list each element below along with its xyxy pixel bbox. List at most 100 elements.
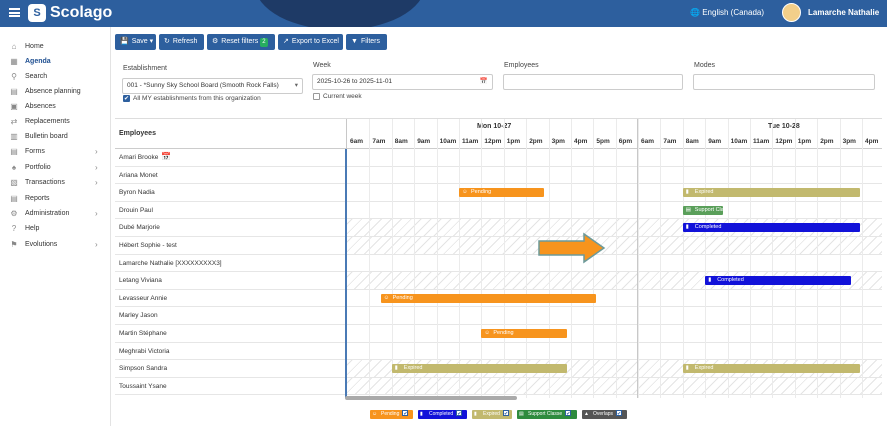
legend-overlaps[interactable]: ▲ Overlaps	[582, 410, 627, 419]
current-week-label: Current week	[323, 93, 362, 100]
sidebar-item-bulletin-board[interactable]: ▥ Bulletin board	[0, 130, 111, 144]
employee-name[interactable]: Levasseur Annie	[119, 295, 167, 302]
legend-checkbox[interactable]	[502, 410, 509, 419]
week-label: Week	[313, 62, 331, 69]
event-label: Pending	[471, 189, 492, 196]
legend-checkbox[interactable]	[565, 410, 572, 419]
header-decoration	[255, 0, 425, 27]
employee-name[interactable]: Dubé Marjorie	[119, 224, 160, 231]
sidebar-item-portfolio[interactable]: ♠ Portfolio ›	[0, 161, 111, 175]
employee-name[interactable]: Toussaint Ysane	[119, 383, 167, 390]
event-bar-pending[interactable]: ☺ Pending	[481, 329, 567, 338]
forms-icon: ▤	[10, 147, 18, 156]
reset-filters-icon: ⚙	[212, 38, 219, 45]
legend-support-classe[interactable]: ▤ Support Classe	[517, 410, 577, 419]
current-week-checkbox[interactable]	[313, 93, 320, 100]
event-bar-completed[interactable]: ▮ Completed	[682, 223, 860, 233]
legend-pending[interactable]: ☺ Pending	[370, 410, 413, 419]
all-establishments-checkbox[interactable]	[123, 95, 130, 102]
sidebar-item-transactions[interactable]: ▧ Transactions ›	[0, 176, 111, 190]
week-input[interactable]: 2025-10-26 to 2025-11-01 📅	[312, 74, 493, 90]
reset-filters-button[interactable]: ⚙ Reset filters 2	[207, 34, 275, 50]
sidebar-item-help[interactable]: ? Help	[0, 222, 111, 236]
table-row[interactable]: Hébert Sophie - test	[115, 237, 882, 255]
legend-checkbox[interactable]	[456, 410, 463, 419]
event-bar-support-classe[interactable]: ▤Support Classe	[682, 205, 724, 215]
employee-name[interactable]: Martin Stéphane	[119, 330, 167, 337]
sidebar-item-absences[interactable]: ▣ Absences	[0, 100, 111, 114]
legend-checkbox[interactable]	[616, 410, 623, 419]
modes-input[interactable]	[693, 74, 875, 90]
employee-name[interactable]: Simpson Sandra	[119, 365, 167, 372]
table-row[interactable]: Drouin Paul	[115, 201, 882, 220]
employee-name[interactable]: Meghrabi Victoria	[119, 348, 169, 355]
establishment-select[interactable]: 001 - *Sunny Sky School Board (Smooth Ro…	[122, 78, 303, 94]
sidebar-item-label: Help	[25, 225, 40, 232]
horizontal-scrollbar[interactable]	[345, 396, 517, 400]
user-name[interactable]: Lamarche Nathalie	[808, 8, 879, 17]
sidebar-item-absence-planning[interactable]: ▤ Absence planning	[0, 85, 111, 99]
legend-label: Completed	[429, 411, 454, 417]
legend-expired[interactable]: ▮ Expired	[472, 410, 512, 419]
hour-gridline	[660, 119, 662, 398]
hour-label: 12pm	[484, 138, 502, 145]
event-bar-completed[interactable]: ▮ Completed	[705, 276, 851, 286]
event-bar-pending[interactable]: ☺ Pending	[459, 188, 545, 198]
hour-label: 7am	[372, 138, 386, 145]
all-establishments-label: All MY establishments from this organiza…	[133, 95, 261, 102]
table-row[interactable]: Lamarche Nathalie [XXXXXXXXX3]	[115, 254, 882, 273]
app-logo[interactable]: Scolago	[50, 4, 112, 22]
hour-label: 9am	[708, 138, 722, 145]
table-row[interactable]: Toussaint Ysane	[115, 377, 882, 396]
reports-icon: ▤	[10, 194, 18, 203]
table-row[interactable]: Marley Jason	[115, 307, 882, 325]
employees-column-header: Employees	[119, 130, 156, 137]
avatar[interactable]	[782, 3, 801, 22]
sidebar-item-reports[interactable]: ▤ Reports	[0, 192, 111, 206]
sidebar-item-home[interactable]: ⌂ Home	[0, 40, 111, 54]
legend-checkbox[interactable]	[402, 410, 409, 419]
chat-icon: ▮	[685, 224, 689, 231]
employee-name[interactable]: Amari Brooke	[119, 154, 158, 161]
chevron-down-icon: ▾	[294, 82, 298, 89]
calendar-icon[interactable]: 📅	[480, 75, 488, 89]
chevron-right-icon: ›	[95, 178, 98, 187]
table-row[interactable]: Ariana Monet	[115, 166, 882, 185]
reset-count-badge: 2	[260, 38, 268, 47]
legend-icon: ☺	[372, 411, 378, 417]
filters-button[interactable]: ▼ Filters	[346, 34, 387, 50]
event-bar-pending[interactable]: ☺ Pending	[380, 293, 596, 303]
legend-completed[interactable]: ▮ Completed	[418, 410, 467, 419]
employee-name[interactable]: Letang Viviana	[119, 277, 162, 284]
sidebar-item-forms[interactable]: ▤ Forms ›	[0, 145, 111, 159]
save-button[interactable]: 💾 Save ▾	[115, 34, 156, 50]
language-selector[interactable]: 🌐 English (Canada)	[690, 8, 764, 17]
replacements-icon: ⇄	[10, 117, 18, 126]
refresh-button[interactable]: ↻ Refresh	[159, 34, 204, 50]
employee-name[interactable]: Hébert Sophie - test	[119, 242, 177, 249]
employees-input[interactable]	[503, 74, 683, 90]
sidebar-item-administration[interactable]: ⚙ Administration ›	[0, 207, 111, 221]
table-row[interactable]: Meghrabi Victoria	[115, 342, 882, 361]
hamburger-menu-icon[interactable]	[9, 8, 20, 17]
sidebar-item-replacements[interactable]: ⇄ Replacements	[0, 115, 111, 129]
export-button[interactable]: ↗ Export to Excel	[278, 34, 343, 50]
sidebar-item-search[interactable]: ⚲ Search	[0, 70, 111, 84]
employee-name[interactable]: Marley Jason	[119, 312, 158, 319]
employee-name[interactable]: Byron Nadia	[119, 189, 155, 196]
employee-name[interactable]: Drouin Paul	[119, 207, 153, 214]
sidebar-item-label: Agenda	[25, 58, 51, 65]
owl-logo-icon[interactable]: S	[28, 4, 46, 22]
event-label: Expired	[694, 365, 714, 372]
sidebar-item-evolutions[interactable]: ⚑ Evolutions ›	[0, 238, 111, 252]
hour-label: 3pm	[551, 138, 565, 145]
table-row[interactable]: Amari Brooke 📅	[115, 149, 882, 167]
employee-name[interactable]: Lamarche Nathalie [XXXXXXXXX3]	[119, 260, 222, 267]
employee-name[interactable]: Ariana Monet	[119, 172, 158, 179]
event-bar-expired[interactable]: ▮ Expired	[682, 364, 860, 374]
sidebar-item-agenda[interactable]: ▦ Agenda	[0, 55, 111, 69]
event-bar-expired[interactable]: ▮ Expired	[391, 364, 567, 374]
sidebar-item-label: Reports	[25, 195, 50, 202]
save-icon: 💾	[120, 38, 129, 45]
event-bar-expired[interactable]: ▮ Expired	[682, 188, 860, 198]
